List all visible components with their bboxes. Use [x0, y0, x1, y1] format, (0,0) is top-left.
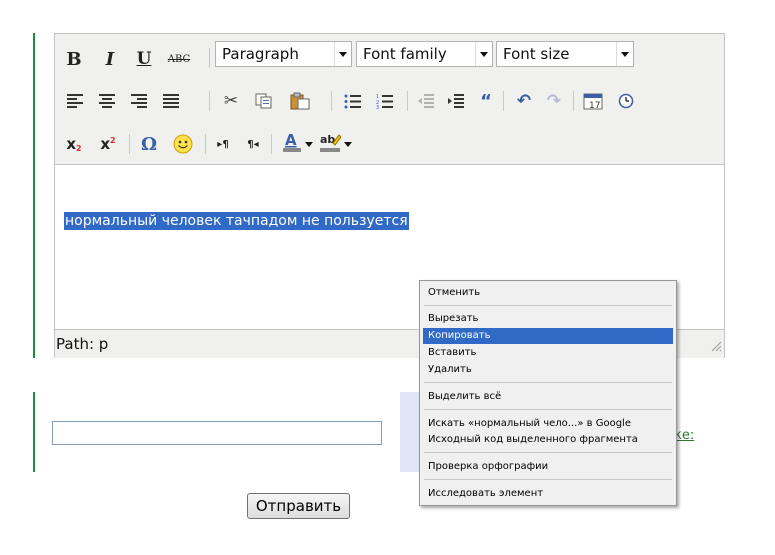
menu-item-view-source[interactable]: Исходный код выделенного фрагмента [423, 432, 673, 448]
menu-item-select-all[interactable]: Выделить всё [423, 389, 673, 405]
italic-icon[interactable]: I [99, 47, 121, 71]
submit-button[interactable]: Отправить [247, 493, 350, 519]
align-left-icon[interactable] [65, 89, 85, 113]
bold-icon[interactable]: B [63, 47, 85, 71]
toolbar-separator [331, 91, 332, 111]
strikethrough-icon[interactable]: ABC [165, 47, 193, 71]
toolbar-separator [209, 91, 210, 111]
chevron-down-icon[interactable] [304, 132, 314, 156]
insert-time-icon[interactable] [615, 89, 637, 113]
chevron-down-icon [334, 42, 351, 66]
toolbar-separator [573, 91, 574, 111]
chevron-down-icon [616, 42, 633, 66]
element-path: Path: p [56, 335, 109, 353]
align-justify-icon[interactable] [161, 89, 181, 113]
chevron-down-icon [475, 42, 492, 66]
align-right-icon[interactable] [129, 89, 149, 113]
text-color-icon[interactable]: A [281, 130, 303, 154]
menu-separator [424, 409, 672, 410]
svg-text:3: 3 [376, 105, 379, 109]
toolbar-separator [205, 134, 206, 154]
subscript-icon[interactable]: x2 [63, 132, 85, 156]
menu-item-undo[interactable]: Отменить [423, 285, 673, 301]
toolbar-separator [271, 134, 272, 154]
menu-item-spellcheck[interactable]: Проверка орфографии [423, 459, 673, 475]
svg-text:A: A [285, 131, 297, 149]
menu-separator [424, 452, 672, 453]
menu-separator [424, 479, 672, 480]
rtl-direction-icon[interactable]: ¶◂ [241, 132, 265, 156]
ltr-direction-icon[interactable]: ▸¶ [211, 132, 235, 156]
undo-icon[interactable]: ↶ [513, 89, 535, 113]
insert-date-icon[interactable]: 17 [581, 89, 605, 113]
link[interactable]: ке: [674, 428, 694, 443]
svg-text:ab: ab [320, 133, 335, 146]
menu-item-delete[interactable]: Удалить [423, 362, 673, 378]
chevron-down-icon[interactable] [343, 132, 353, 156]
paste-icon[interactable] [288, 89, 312, 113]
outdent-icon[interactable] [416, 89, 436, 113]
font-family-select[interactable]: Font family [356, 41, 493, 67]
menu-item-paste[interactable]: Вставить [423, 345, 673, 361]
menu-item-copy[interactable]: Копировать [423, 328, 673, 344]
bullet-list-icon[interactable] [342, 89, 362, 113]
toolbar-separator [209, 48, 210, 68]
align-center-icon[interactable] [97, 89, 117, 113]
menu-item-search-google[interactable]: Искать «нормальный чело...» в Google [423, 416, 673, 432]
menu-item-cut[interactable]: Вырезать [423, 311, 673, 327]
indent-icon[interactable] [446, 89, 466, 113]
format-select[interactable]: Paragraph [215, 41, 352, 67]
numbered-list-icon[interactable]: 123 [374, 89, 394, 113]
background-color-icon[interactable]: ab [318, 130, 342, 154]
resize-handle-icon[interactable] [710, 337, 722, 356]
menu-separator [424, 382, 672, 383]
emoticon-icon[interactable] [171, 132, 195, 156]
font-family-select-value: Font family [363, 45, 447, 63]
redo-icon[interactable]: ↷ [543, 89, 565, 113]
left-border-bar [33, 33, 35, 358]
menu-item-inspect-element[interactable]: Исследовать элемент [423, 486, 673, 502]
toolbar-separator [503, 91, 504, 111]
font-size-select-value: Font size [503, 45, 570, 63]
toolbar-separator [129, 134, 130, 154]
format-select-value: Paragraph [222, 45, 299, 63]
superscript-icon[interactable]: x2 [97, 132, 119, 156]
underline-icon[interactable]: U [133, 47, 155, 71]
toolbar-separator [407, 91, 408, 111]
editor-toolbar: B I U ABC Paragraph Font family Font siz… [55, 34, 724, 165]
menu-separator [424, 305, 672, 306]
font-size-select[interactable]: Font size [496, 41, 634, 67]
copy-icon[interactable] [253, 89, 275, 113]
blockquote-icon[interactable]: “ [476, 89, 496, 113]
text-input[interactable] [52, 421, 382, 445]
context-menu: Отменить Вырезать Копировать Вставить Уд… [419, 280, 677, 506]
selected-text[interactable]: нормальный человек тачпадом не пользуетс… [64, 212, 409, 230]
left-border-bar-lower [33, 392, 35, 472]
svg-text:17: 17 [589, 101, 600, 110]
special-character-icon[interactable]: Ω [137, 132, 161, 156]
cut-icon[interactable]: ✂ [220, 89, 242, 113]
